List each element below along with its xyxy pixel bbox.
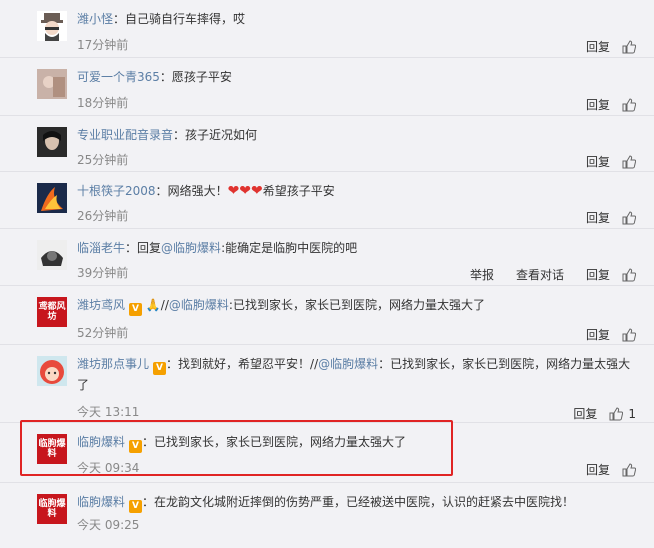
comment-time: 今天 09:34 <box>77 461 140 475</box>
avatar-label: 临朐爆料 <box>37 434 67 464</box>
comment-text: 网络强大！ <box>167 184 228 198</box>
avatar[interactable] <box>37 127 67 157</box>
reply-button[interactable]: 回复 <box>586 209 610 226</box>
comment-body: 潍小怪：自己骑自行车摔得，哎 <box>77 12 246 26</box>
comment-time: 17分钟前 <box>77 38 129 52</box>
avatar[interactable] <box>37 356 67 386</box>
comment-text: 希望孩子平安 <box>262 184 335 198</box>
like-icon[interactable] <box>622 327 637 342</box>
comment-text: 找到就好，希望忍平安！ <box>178 357 311 371</box>
comment-text: :能确定是临朐中医院的吧 <box>221 241 358 255</box>
reply-button[interactable]: 回复 <box>586 153 610 170</box>
avatar-label: 鸢都风坊 <box>37 297 67 327</box>
reply-button[interactable]: 回复 <box>586 326 610 343</box>
like-icon[interactable] <box>622 267 637 282</box>
comment-item: 临朐爆料 临朐爆料 V ：已找到家长，家长已到医院，网络力量太强大了 今天 09:3… <box>0 423 654 483</box>
avatar[interactable]: 临朐爆料 <box>37 434 67 464</box>
comment-author[interactable]: 可爱一个青365 <box>77 70 160 84</box>
comment-item: 可爱一个青365：愿孩子平安 18分钟前 回复 <box>0 58 654 116</box>
comment-author[interactable]: 临朐爆料 <box>77 435 125 449</box>
comment-time: 今天 13:11 <box>77 405 140 419</box>
heart-emoji: ❤❤❤ <box>227 183 263 199</box>
comment-item: 潍坊那点事儿 V ：找到就好，希望忍平安！//@临朐爆料：已找到家长，家长已到医院，… <box>0 345 654 423</box>
mention-link[interactable]: @临朐爆料 <box>169 298 229 312</box>
comment-item: 十根筷子2008：网络强大！❤❤❤希望孩子平安 26分钟前 回复 <box>0 172 654 229</box>
like-icon[interactable] <box>622 97 637 112</box>
comment-author[interactable]: 潍小怪 <box>77 12 113 26</box>
comment-author[interactable]: 潍坊那点事儿 <box>77 357 149 371</box>
avatar[interactable]: 鸢都风坊 <box>37 297 67 327</box>
comment-text: :已找到家长，家长已到医院，网络力量太强大了 <box>228 298 485 312</box>
report-button[interactable]: 举报 <box>470 266 494 283</box>
comment-author[interactable]: 十根筷子2008 <box>77 184 156 198</box>
avatar[interactable] <box>37 183 67 213</box>
comment-text: 孩子近况如何 <box>185 128 258 142</box>
like-icon[interactable] <box>622 39 637 54</box>
forward-marker: // <box>160 298 169 312</box>
verified-badge-icon: V <box>153 362 167 375</box>
avatar-label: 临朐爆料 <box>37 494 67 524</box>
reply-button[interactable]: 回复 <box>586 38 610 55</box>
reply-prefix: 回复 <box>137 241 162 255</box>
comment-item: 临淄老牛：回复@临朐爆料:能确定是临朐中医院的吧 39分钟前 举报 查看对话 回… <box>0 229 654 286</box>
view-conversation-button[interactable]: 查看对话 <box>516 266 564 283</box>
comment-author[interactable]: 专业职业配音录音 <box>77 128 173 142</box>
comment-author[interactable]: 临淄老牛 <box>77 241 125 255</box>
like-count: 1 <box>628 406 636 421</box>
reply-button[interactable]: 回复 <box>586 266 610 283</box>
reply-button[interactable]: 回复 <box>586 96 610 113</box>
pray-emoji: 🙏 <box>145 298 161 312</box>
comment-text: 已找到家长，家长已到医院，网络力量太强大了 <box>154 435 407 449</box>
reply-button[interactable]: 回复 <box>586 461 610 478</box>
verified-badge-icon: V <box>129 303 143 316</box>
like-icon[interactable] <box>609 406 624 421</box>
comment-time: 今天 09:25 <box>77 518 140 532</box>
mention-link[interactable]: @临朐爆料 <box>161 241 221 255</box>
comment-author[interactable]: 临朐爆料 <box>77 495 125 509</box>
avatar[interactable]: 临朐爆料 <box>37 494 67 524</box>
forward-marker: // <box>310 357 319 371</box>
comment-item: 专业职业配音录音：孩子近况如何 25分钟前 回复 <box>0 116 654 172</box>
comment-time: 39分钟前 <box>77 266 129 280</box>
avatar[interactable] <box>37 240 67 270</box>
comment-time: 18分钟前 <box>77 96 129 110</box>
comment-text: 愿孩子平安 <box>171 70 232 84</box>
comment-time: 26分钟前 <box>77 209 129 223</box>
verified-badge-icon: V <box>129 500 143 513</box>
comment-list: 潍小怪：自己骑自行车摔得，哎 17分钟前 回复 可爱一个青365：愿孩子平安 1… <box>0 0 654 548</box>
reply-button[interactable]: 回复 <box>573 405 597 422</box>
avatar[interactable] <box>37 11 67 41</box>
like-icon[interactable] <box>622 462 637 477</box>
comment-text: 在龙韵文化城附近摔倒的伤势严重，已经被送中医院，认识的赶紧去中医院找！ <box>154 495 575 509</box>
avatar[interactable] <box>37 69 67 99</box>
comment-time: 25分钟前 <box>77 153 129 167</box>
comment-item: 鸢都风坊 潍坊鸢风 V 🙏//@临朐爆料:已找到家长，家长已到医院，网络力量太强大… <box>0 286 654 345</box>
comment-item: 临朐爆料 临朐爆料 V ：在龙韵文化城附近摔倒的伤势严重，已经被送中医院，认识的赶紧… <box>37 494 575 532</box>
comment-text: 自己骑自行车摔得，哎 <box>125 12 246 26</box>
comment-time: 52分钟前 <box>77 326 129 340</box>
like-icon[interactable] <box>622 210 637 225</box>
mention-link[interactable]: @临朐爆料 <box>318 357 378 371</box>
verified-badge-icon: V <box>129 440 143 453</box>
comment-author[interactable]: 潍坊鸢风 <box>77 298 125 312</box>
like-icon[interactable] <box>622 154 637 169</box>
comment-item: 潍小怪：自己骑自行车摔得，哎 17分钟前 回复 <box>0 0 654 58</box>
